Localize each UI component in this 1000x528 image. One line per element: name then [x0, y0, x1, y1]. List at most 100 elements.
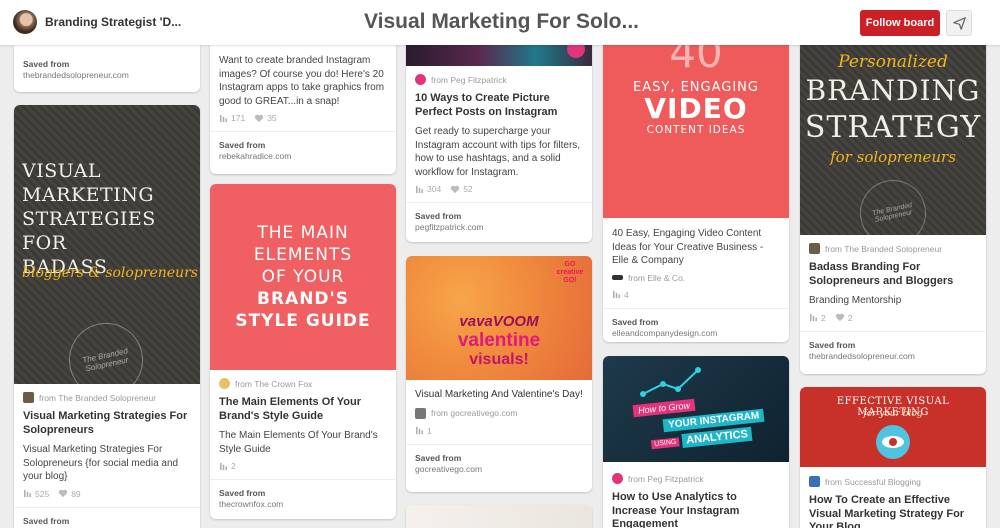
pin-source[interactable]: from The Branded Solopreneur [809, 243, 977, 254]
pin-description: Want to create branded Instagram images?… [219, 55, 385, 107]
image-text: FOR [22, 232, 67, 254]
pin-source[interactable]: from Successful Blogging [809, 476, 977, 487]
pin-image[interactable]: THE MAIN ELEMENTS OF YOUR BRAND'S STYLE … [210, 184, 396, 370]
saved-from: Saved from gocreativego.com [406, 443, 592, 484]
pin-source[interactable]: from Peg Fitzpatrick [415, 74, 583, 85]
pin-stats: 525 89 [23, 489, 191, 499]
avatar[interactable] [13, 10, 37, 34]
like-count: 52 [463, 184, 473, 194]
saved-from: Saved from thecrownfox.com [210, 479, 396, 519]
pin-image[interactable] [406, 505, 592, 528]
like-count: 2 [847, 312, 853, 323]
pin-card[interactable]: GO creative GO! vavaVOOM valentine visua… [406, 256, 592, 492]
repin-count: 304 [427, 184, 442, 194]
repin-count: 525 [35, 488, 50, 499]
source-avatar-icon [415, 74, 426, 85]
pin-card[interactable]: How to Grow YOUR INSTAGRAM USING ANALYTI… [603, 356, 789, 528]
saved-domain[interactable]: thebrandedsolopreneur.com [809, 351, 915, 361]
saved-domain[interactable]: elleandcompanydesign.com [612, 328, 717, 338]
pin-description: Get ready to supercharge your Instagram … [415, 126, 581, 178]
saved-from-label: Saved from [219, 140, 266, 150]
image-text: for your blog [863, 409, 923, 419]
profile-name[interactable]: Branding Strategist 'D... [45, 15, 181, 29]
pin-card[interactable]: Personalized BRANDING STRATEGY for solop… [800, 30, 986, 374]
pin-image[interactable]: Personalized BRANDING STRATEGY for solop… [800, 30, 986, 235]
repin-count: 2 [821, 312, 826, 323]
image-text: VISUAL MARKETING [22, 160, 155, 206]
pin-card[interactable] [406, 505, 592, 528]
image-text: THE MAIN [257, 223, 349, 243]
image-text: OF YOUR [261, 267, 345, 287]
pin-source-label: from The Branded Solopreneur [39, 392, 157, 403]
pin-description: Branding Mentorship [809, 295, 902, 306]
pin-source-label: from Successful Blogging [825, 476, 921, 487]
image-text: visuals! [469, 351, 529, 368]
pin-image[interactable]: VISUAL MARKETING STRATEGIES FOR BADASS b… [14, 105, 200, 384]
pin-card[interactable]: 40 EASY, ENGAGING VIDEO CONTENT IDEAS 40… [603, 30, 789, 342]
saved-from-label: Saved from [415, 452, 462, 463]
pin-source[interactable]: from The Branded Solopreneur [23, 392, 191, 403]
saved-domain[interactable]: gocreativego.com [415, 464, 482, 474]
repin-count: 4 [624, 289, 629, 300]
image-text: for solopreneurs [830, 148, 956, 166]
eye-icon [876, 425, 910, 459]
image-text: ELEMENTS [253, 245, 353, 265]
saved-domain[interactable]: rebekahradice.com [219, 151, 291, 161]
pin-source-label: from Elle & Co. [628, 272, 686, 283]
pin-description: 40 Easy, Engaging Video Content Ideas fo… [612, 228, 764, 266]
send-icon [952, 16, 966, 30]
pin-title[interactable]: Visual Marketing And Valentine's Day! [415, 388, 583, 402]
saved-from-label: Saved from [23, 59, 70, 69]
pin-image[interactable]: EFFECTIVE VISUAL MARKETING for your blog [800, 387, 986, 467]
crown-icon [219, 378, 230, 389]
pin-title[interactable]: Visual Marketing Strategies For Solopren… [23, 410, 191, 437]
saved-from-label: Saved from [612, 316, 659, 327]
pin-card[interactable]: Want to create branded Instagram images?… [210, 30, 396, 174]
image-text: BRAND'S [257, 289, 349, 309]
pin-title[interactable]: How To Create an Effective Visual Market… [809, 494, 977, 528]
image-text: bloggers & solopreneurs [22, 265, 198, 281]
source-logo-icon [612, 275, 623, 280]
repin-count: 1 [427, 425, 432, 436]
pin-title[interactable]: How to Use Analytics to Increase Your In… [612, 491, 780, 528]
image-text: BRANDING [805, 74, 981, 107]
pin-card[interactable]: EFFECTIVE VISUAL MARKETING for your blog… [800, 387, 986, 528]
repin-icon [416, 426, 423, 435]
pin-title[interactable]: The Main Elements Of Your Brand's Style … [219, 396, 387, 423]
pin-source[interactable]: from gocreativego.com [415, 407, 583, 419]
pin-source-label: from Peg Fitzpatrick [431, 74, 507, 85]
pin-image[interactable]: 40 EASY, ENGAGING VIDEO CONTENT IDEAS [603, 30, 789, 218]
pin-card[interactable]: VISUAL MARKETING STRATEGIES FOR BADASS b… [14, 105, 200, 528]
saved-domain[interactable]: pegfitzpatrick.com [415, 222, 484, 232]
pin-source[interactable]: from Elle & Co. [612, 273, 780, 283]
heart-icon [255, 114, 264, 122]
pin-image[interactable]: How to Grow YOUR INSTAGRAM USING ANALYTI… [603, 356, 789, 462]
pin-stats: 1 [415, 426, 583, 436]
saved-from: Saved from rebekahradice.com [210, 131, 396, 171]
board-title: Visual Marketing For Solo... [364, 10, 639, 33]
pin-card[interactable]: from Peg Fitzpatrick 10 Ways to Create P… [406, 30, 592, 242]
image-watermark: The Branded Solopreneur [853, 173, 933, 235]
repin-icon [416, 185, 423, 193]
pin-source[interactable]: from The Crown Fox [219, 378, 387, 389]
pin-stats: 171 35 [219, 113, 387, 123]
saved-from-label: Saved from [23, 515, 70, 526]
source-avatar-icon [809, 476, 820, 487]
pin-card[interactable]: THE MAIN ELEMENTS OF YOUR BRAND'S STYLE … [210, 184, 396, 519]
pin-stats: 2 2 [809, 313, 977, 323]
saved-domain[interactable]: thebrandedsolopreneur.com [23, 70, 129, 80]
image-text: vavaVOOM [459, 313, 539, 330]
repin-icon [810, 313, 817, 322]
image-text: Personalized [838, 52, 948, 72]
pin-image[interactable]: GO creative GO! vavaVOOM valentine visua… [406, 256, 592, 380]
repin-icon [24, 489, 31, 498]
pin-source[interactable]: from Peg Fitzpatrick [612, 473, 780, 484]
saved-domain[interactable]: thecrownfox.com [219, 499, 283, 509]
pin-title[interactable]: 10 Ways to Create Picture Perfect Posts … [415, 92, 583, 119]
pin-title[interactable]: Badass Branding For Solopreneurs and Blo… [809, 261, 977, 288]
send-button[interactable] [946, 10, 972, 36]
pin-stats: 304 52 [415, 184, 583, 194]
heart-icon [59, 489, 68, 498]
follow-board-button[interactable]: Follow board [860, 10, 940, 36]
heart-icon [451, 185, 460, 193]
